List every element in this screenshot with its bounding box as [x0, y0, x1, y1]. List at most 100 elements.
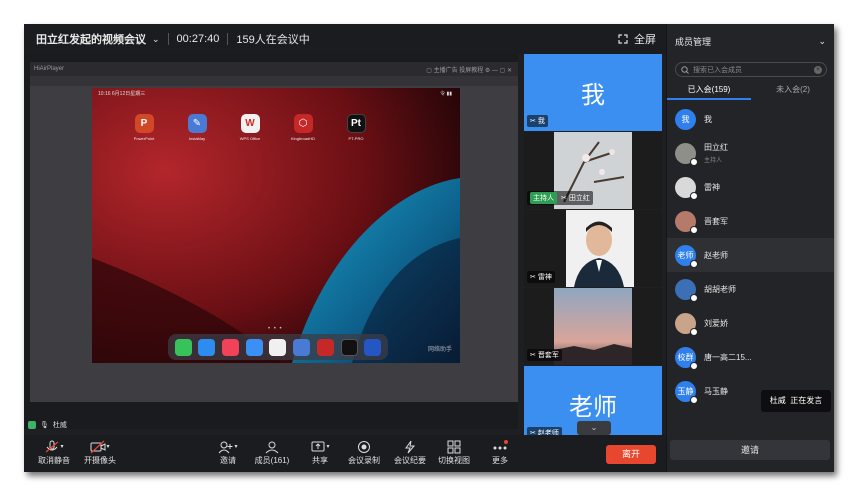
avatar	[675, 176, 698, 200]
fullscreen-button[interactable]: 全屏	[618, 24, 656, 54]
ipad-status-icons: 令 ▮▮	[440, 91, 452, 97]
watermark: 网络助手	[427, 347, 452, 353]
members-icon	[252, 438, 292, 455]
record-icon	[346, 438, 382, 455]
more-button[interactable]: 更多	[486, 438, 514, 466]
airplayer-window: HiAirPlayer ▢ 主播广告 投屏教程 ⚙ — ▢ ✕ 10:16 6月…	[30, 62, 518, 402]
avatar: 校群	[675, 346, 698, 370]
video-tile[interactable]: 主持人 ✂ 田立红	[524, 132, 662, 209]
mic-icon	[690, 225, 698, 234]
pt-icon[interactable]	[340, 338, 358, 356]
safari-icon[interactable]	[198, 338, 216, 356]
video-tile[interactable]: ✂ 雷神	[524, 210, 662, 287]
mail-icon[interactable]	[245, 338, 263, 356]
wps-icon: W	[240, 114, 260, 133]
mic-icon: 🎙	[40, 422, 49, 429]
clear-icon[interactable]: ×	[814, 65, 822, 74]
app-kingbroad[interactable]: ⬡ KingbroadHD	[283, 114, 323, 141]
fullscreen-icon	[618, 34, 628, 44]
more-icon	[486, 438, 514, 455]
invite-button[interactable]: ▾ 邀请	[214, 438, 242, 466]
member-tabs: 已入会(159) 未入会(2)	[667, 82, 834, 100]
hexagon-icon: ⬡	[293, 114, 313, 133]
chevron-down-icon[interactable]: ⌄	[152, 34, 160, 45]
tile-label: 主持人 ✂ 田立红	[527, 191, 593, 205]
mic-off-icon: ✂	[530, 352, 536, 359]
mic-icon	[690, 327, 698, 336]
airplayer-titlebar: HiAirPlayer ▢ 主播广告 投屏教程 ⚙ — ▢ ✕	[30, 62, 518, 76]
app-label: WPS Office	[239, 136, 261, 141]
chevron-down-icon[interactable]: ⌄	[818, 36, 826, 47]
member-item[interactable]: 胡胡老师	[667, 272, 834, 306]
mic-icon	[690, 191, 698, 200]
unmute-button[interactable]: ▾ 取消静音	[34, 438, 74, 466]
search-placeholder: 搜索已入会成员	[693, 66, 742, 74]
minutes-button[interactable]: 会议纪要	[392, 438, 428, 466]
leave-button[interactable]: 离开	[606, 445, 656, 464]
app-label: PowerPoint	[133, 136, 155, 141]
video-tiles: 我 ✂ 我 主持人 ✂ 田立红 ✂ 雷神 ✂ 晋套军 老师 ✂ 赵老师	[524, 54, 662, 443]
mic-icon	[690, 395, 698, 404]
hexagon-icon[interactable]	[316, 338, 334, 356]
airplayer-controls[interactable]: ▢ 主播广告 投屏教程 ⚙ — ▢ ✕	[426, 65, 518, 74]
add-user-icon: ▾	[214, 438, 242, 455]
files-icon[interactable]	[269, 338, 287, 356]
record-button[interactable]: 会议录制	[346, 438, 382, 466]
active-speaker-tag: 🎙 杜威	[28, 420, 67, 430]
app-label: InstaMay	[188, 136, 206, 141]
avatar: 我	[675, 108, 696, 130]
avatar: 玉静	[675, 380, 698, 404]
panel-invite-button[interactable]: 邀请	[670, 440, 830, 460]
tile-label: ✂ 晋套军	[527, 349, 562, 361]
host-role: 主持人	[704, 158, 723, 164]
divider	[167, 33, 169, 45]
meeting-title[interactable]: 田立红发起的视频会议	[36, 31, 146, 47]
avatar	[675, 142, 698, 166]
app-label: PT-PRO	[348, 136, 364, 141]
member-item[interactable]: 田立红 主持人	[667, 136, 834, 170]
powerpoint-icon: P	[134, 114, 154, 133]
camera-button[interactable]: ▾ 开摄像头	[80, 438, 120, 466]
video-tile[interactable]: ✂ 晋套军	[524, 288, 662, 365]
member-item[interactable]: 雷神	[667, 170, 834, 204]
share-button[interactable]: ▾ 共享	[306, 438, 334, 466]
search-icon	[681, 65, 689, 74]
member-item[interactable]: 晋套军	[667, 204, 834, 238]
app-instamay[interactable]: ✎ InstaMay	[177, 114, 217, 141]
tab-joined[interactable]: 已入会(159)	[667, 82, 751, 100]
mic-off-icon: ✂	[530, 118, 536, 125]
fullscreen-label: 全屏	[634, 34, 656, 46]
member-panel-title: 成员管理	[675, 36, 712, 47]
meeting-window: 田立红发起的视频会议 ⌄ 00:27:40 159人在会议中 全屏 HiAirP…	[24, 24, 834, 472]
meeting-toolbar: ▾ 取消静音 ▾ 开摄像头 ▾ 邀请 成员(161) ▾ 共享 会议录制 会议纪…	[24, 435, 666, 472]
mic-off-icon: ✂	[530, 274, 536, 281]
meeting-topbar: 田立红发起的视频会议 ⌄ 00:27:40 159人在会议中 全屏	[24, 24, 666, 54]
mic-icon	[690, 259, 698, 268]
app-wps[interactable]: W WPS Office	[230, 114, 270, 141]
app-pt-pro[interactable]: Pt PT-PRO	[336, 114, 376, 141]
member-item[interactable]: 老师 赵老师	[667, 238, 834, 272]
attendance-count: 159人在会议中	[236, 34, 310, 46]
speaking-tooltip: 杜威 正在发言	[761, 390, 831, 412]
mic-off-icon: ✂	[561, 195, 567, 202]
tile-label: ✂ 我	[527, 115, 548, 127]
pencil-icon[interactable]	[293, 338, 311, 356]
member-panel-header: 成员管理 ⌄	[667, 24, 834, 58]
members-button[interactable]: 成员(161)	[252, 438, 292, 466]
mic-icon	[690, 293, 698, 302]
member-item[interactable]: 刘爱娇	[667, 306, 834, 340]
app-label: KingbroadHD	[290, 136, 315, 141]
app-library-icon[interactable]	[364, 338, 382, 356]
messages-icon[interactable]	[174, 338, 192, 356]
pt-icon: Pt	[346, 114, 366, 133]
video-tile[interactable]: 我 ✂ 我	[524, 54, 662, 131]
member-item[interactable]: 我 我	[667, 102, 834, 136]
app-powerpoint[interactable]: P PowerPoint	[124, 114, 164, 141]
tiles-scroll-down-button[interactable]: ⌄	[577, 421, 611, 435]
member-search-input[interactable]: 搜索已入会成员 ×	[675, 62, 827, 77]
speaking-icon	[28, 421, 36, 429]
switch-view-button[interactable]: 切换视图	[436, 438, 472, 466]
member-item[interactable]: 校群 唐一高二15...	[667, 340, 834, 374]
tab-not-joined[interactable]: 未入会(2)	[751, 82, 834, 100]
music-icon[interactable]	[222, 338, 240, 356]
